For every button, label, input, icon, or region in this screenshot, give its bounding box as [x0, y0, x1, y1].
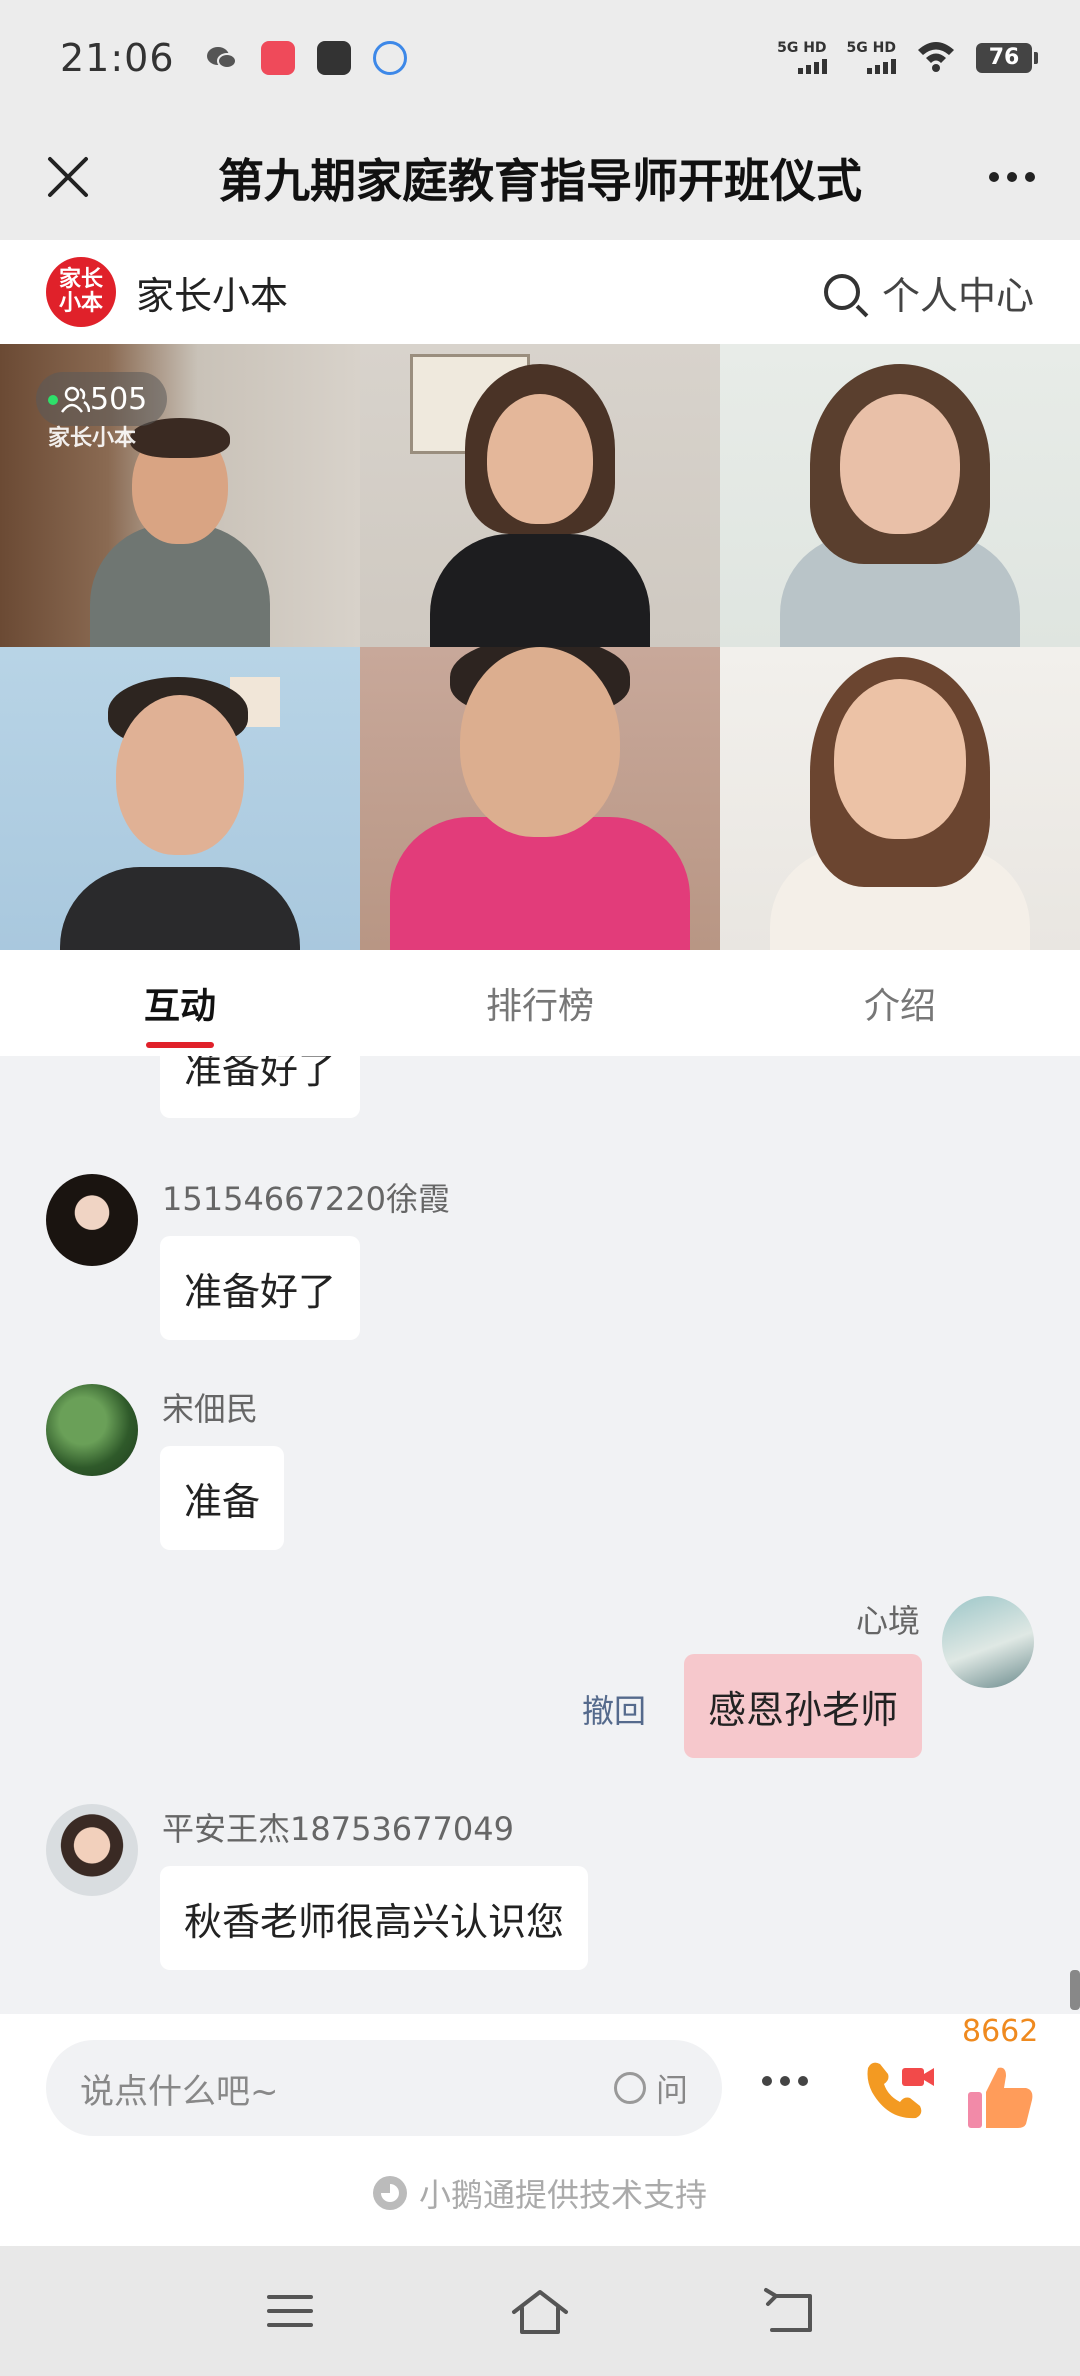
tab-interaction[interactable]: 互动: [0, 950, 360, 1056]
message-bubble[interactable]: 秋香老师很高兴认识您: [160, 1866, 589, 1970]
comment-placeholder: 说点什么吧~: [80, 2071, 279, 2112]
app-chat-icon: [372, 40, 407, 75]
ask-toggle[interactable]: 问: [613, 2065, 688, 2111]
avatar[interactable]: [46, 1174, 138, 1266]
wechat-icon: [205, 41, 239, 75]
thumbs-up-icon[interactable]: [964, 2060, 1036, 2132]
message-nickname: 宋佃民: [162, 1390, 259, 1428]
support-text: 小鹅通提供技术支持: [418, 2176, 707, 2214]
more-icon[interactable]: [762, 2076, 808, 2086]
video-call-icon[interactable]: [858, 2050, 938, 2130]
message-nickname: 15154667220徐霞: [162, 1180, 450, 1218]
close-icon[interactable]: [36, 145, 100, 209]
comment-input[interactable]: 说点什么吧~ 问: [46, 2040, 722, 2136]
viewer-count-badge: 505: [36, 372, 168, 426]
message-bubble[interactable]: 准备: [160, 1446, 285, 1550]
message-nickname: 平安王杰18753677049: [162, 1810, 514, 1848]
back-icon[interactable]: [760, 2281, 820, 2341]
avatar[interactable]: [46, 1384, 138, 1476]
status-bar: 21:06 5G HD 5G HD 76: [0, 0, 1080, 115]
chat-scrollbar[interactable]: [1070, 1970, 1080, 2010]
ask-label: 问: [655, 2071, 688, 2109]
message-nickname: 心境: [855, 1602, 920, 1640]
radio-icon: [613, 2072, 646, 2104]
watermark: 家长小本: [48, 426, 137, 451]
video-tile-6[interactable]: [720, 647, 1080, 950]
message-bubble[interactable]: 感恩孙老师: [683, 1654, 922, 1758]
input-bar: 说点什么吧~ 问 8662 小鹅通提供技术支持: [0, 2014, 1080, 2246]
video-tile-1[interactable]: 505 家长小本: [0, 344, 360, 647]
chat-list[interactable]: 准备好了 15154667220徐霞 准备好了 宋佃民 准备 心境 撤回 感恩孙…: [0, 1056, 1080, 2014]
brand-logo[interactable]: 家长 小本: [46, 257, 116, 327]
avatar[interactable]: [942, 1596, 1034, 1688]
tab-leaderboard[interactable]: 排行榜: [360, 950, 720, 1056]
title-bar: 第九期家庭教育指导师开班仪式: [0, 115, 1080, 240]
video-tile-3[interactable]: [720, 344, 1080, 647]
menu-icon[interactable]: [260, 2281, 320, 2341]
home-icon[interactable]: [510, 2281, 570, 2341]
battery-icon: 76: [976, 42, 1038, 73]
network-label-2: 5G HD: [846, 40, 896, 56]
tab-introduction[interactable]: 介绍: [720, 950, 1080, 1056]
xiaoetong-logo-icon: [372, 2176, 407, 2210]
video-tile-2[interactable]: [360, 344, 720, 647]
message-bubble[interactable]: 准备好了: [160, 1056, 361, 1118]
signal-icon: 5G HD: [777, 40, 827, 74]
notification-icons: [205, 40, 407, 75]
video-grid[interactable]: 505 家长小本: [0, 344, 1080, 950]
system-navigation-bar: [0, 2246, 1080, 2376]
recall-button[interactable]: 撤回: [582, 1686, 646, 1732]
viewer-count: 505: [90, 381, 148, 417]
app-red-icon: [260, 40, 295, 75]
video-tile-4[interactable]: [0, 647, 360, 950]
like-count: 8662: [962, 2014, 1039, 2049]
logo-line-1: 家长: [58, 267, 103, 292]
logo-line-2: 小本: [58, 291, 103, 316]
tech-support-note: 小鹅通提供技术支持: [0, 2170, 1080, 2216]
network-label-1: 5G HD: [777, 40, 827, 56]
app-dark-icon: [316, 40, 351, 75]
brand-bar: 家长 小本 家长小本 个人中心: [0, 240, 1080, 344]
message-bubble[interactable]: 准备好了: [160, 1236, 361, 1340]
search-icon[interactable]: [823, 274, 860, 310]
wifi-icon: [916, 40, 956, 76]
personal-center-link[interactable]: 个人中心: [882, 265, 1034, 320]
brand-name[interactable]: 家长小本: [136, 265, 288, 320]
more-icon[interactable]: [980, 145, 1044, 209]
video-tile-5[interactable]: [360, 647, 720, 950]
status-time: 21:06: [60, 35, 175, 80]
people-icon: [60, 386, 90, 413]
page-title: 第九期家庭教育指导师开班仪式: [218, 153, 862, 208]
live-indicator: [48, 395, 58, 405]
avatar[interactable]: [46, 1804, 138, 1896]
tab-bar: 互动 排行榜 介绍: [0, 950, 1080, 1056]
signal-icon-2: 5G HD: [847, 41, 896, 74]
